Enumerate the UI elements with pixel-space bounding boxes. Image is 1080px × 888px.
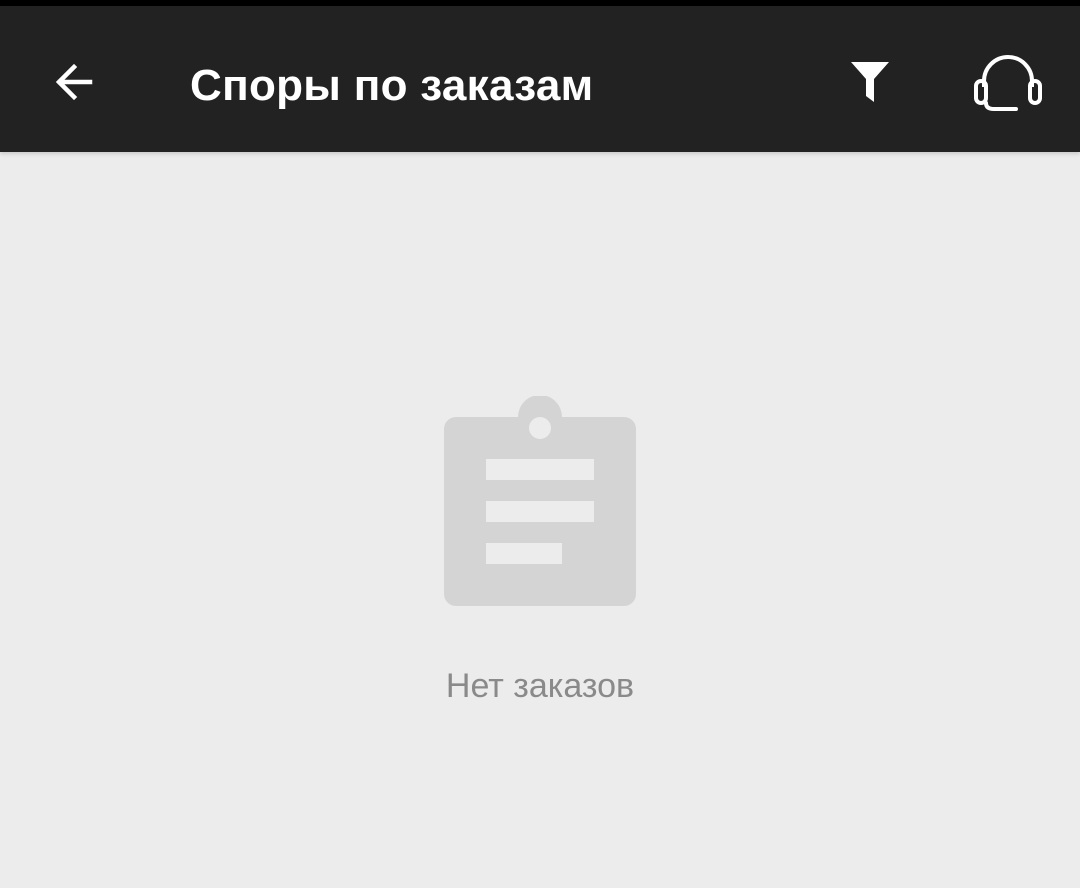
page-title: Споры по заказам bbox=[190, 61, 594, 110]
empty-state-message: Нет заказов bbox=[445, 667, 635, 705]
content-area: Нет заказов bbox=[0, 152, 1080, 888]
headset-icon bbox=[974, 55, 1042, 111]
clipboard-icon bbox=[444, 396, 636, 606]
filter-button[interactable] bbox=[832, 44, 908, 120]
app-bar: Споры по заказам bbox=[0, 6, 1080, 152]
arrow-left-icon bbox=[55, 63, 93, 101]
support-button[interactable] bbox=[966, 44, 1050, 120]
back-button[interactable] bbox=[36, 44, 112, 120]
filter-icon bbox=[851, 62, 889, 102]
